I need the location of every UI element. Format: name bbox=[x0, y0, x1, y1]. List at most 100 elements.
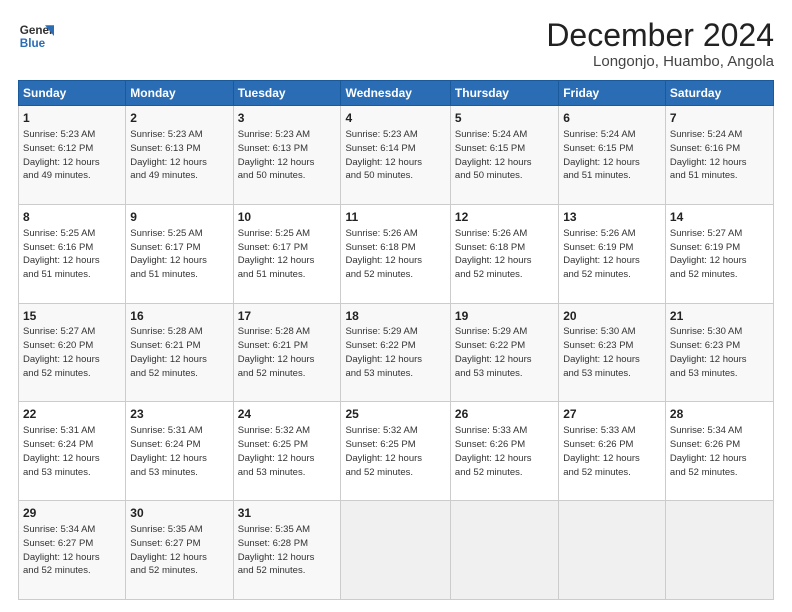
day-number: 16 bbox=[130, 308, 228, 325]
day-detail: Sunrise: 5:25 AM Sunset: 6:17 PM Dayligh… bbox=[238, 227, 337, 282]
day-detail: Sunrise: 5:31 AM Sunset: 6:24 PM Dayligh… bbox=[130, 424, 228, 479]
day-number: 7 bbox=[670, 110, 769, 127]
day-detail: Sunrise: 5:27 AM Sunset: 6:20 PM Dayligh… bbox=[23, 325, 121, 380]
calendar-cell: 11Sunrise: 5:26 AM Sunset: 6:18 PM Dayli… bbox=[341, 204, 450, 303]
main-title: December 2024 bbox=[546, 18, 774, 53]
weekday-header-monday: Monday bbox=[126, 81, 233, 106]
week-row-4: 22Sunrise: 5:31 AM Sunset: 6:24 PM Dayli… bbox=[19, 402, 774, 501]
day-detail: Sunrise: 5:26 AM Sunset: 6:19 PM Dayligh… bbox=[563, 227, 661, 282]
calendar-cell bbox=[559, 501, 666, 600]
calendar-cell: 22Sunrise: 5:31 AM Sunset: 6:24 PM Dayli… bbox=[19, 402, 126, 501]
subtitle: Longonjo, Huambo, Angola bbox=[546, 53, 774, 70]
day-detail: Sunrise: 5:24 AM Sunset: 6:15 PM Dayligh… bbox=[455, 128, 554, 183]
title-block: December 2024 Longonjo, Huambo, Angola bbox=[546, 18, 774, 70]
day-detail: Sunrise: 5:30 AM Sunset: 6:23 PM Dayligh… bbox=[670, 325, 769, 380]
day-number: 21 bbox=[670, 308, 769, 325]
day-detail: Sunrise: 5:23 AM Sunset: 6:12 PM Dayligh… bbox=[23, 128, 121, 183]
calendar-table: SundayMondayTuesdayWednesdayThursdayFrid… bbox=[18, 80, 774, 600]
calendar-cell bbox=[665, 501, 773, 600]
calendar-cell: 8Sunrise: 5:25 AM Sunset: 6:16 PM Daylig… bbox=[19, 204, 126, 303]
day-detail: Sunrise: 5:27 AM Sunset: 6:19 PM Dayligh… bbox=[670, 227, 769, 282]
calendar-cell bbox=[450, 501, 558, 600]
calendar-cell: 1Sunrise: 5:23 AM Sunset: 6:12 PM Daylig… bbox=[19, 106, 126, 205]
day-number: 17 bbox=[238, 308, 337, 325]
day-detail: Sunrise: 5:23 AM Sunset: 6:14 PM Dayligh… bbox=[345, 128, 445, 183]
week-row-5: 29Sunrise: 5:34 AM Sunset: 6:27 PM Dayli… bbox=[19, 501, 774, 600]
day-detail: Sunrise: 5:26 AM Sunset: 6:18 PM Dayligh… bbox=[345, 227, 445, 282]
day-number: 15 bbox=[23, 308, 121, 325]
day-detail: Sunrise: 5:34 AM Sunset: 6:27 PM Dayligh… bbox=[23, 523, 121, 578]
day-number: 14 bbox=[670, 209, 769, 226]
day-detail: Sunrise: 5:23 AM Sunset: 6:13 PM Dayligh… bbox=[238, 128, 337, 183]
calendar-cell bbox=[341, 501, 450, 600]
day-number: 20 bbox=[563, 308, 661, 325]
calendar-cell: 21Sunrise: 5:30 AM Sunset: 6:23 PM Dayli… bbox=[665, 303, 773, 402]
weekday-header-wednesday: Wednesday bbox=[341, 81, 450, 106]
weekday-header-friday: Friday bbox=[559, 81, 666, 106]
calendar-cell: 25Sunrise: 5:32 AM Sunset: 6:25 PM Dayli… bbox=[341, 402, 450, 501]
page: General Blue December 2024 Longonjo, Hua… bbox=[0, 0, 792, 612]
day-number: 23 bbox=[130, 406, 228, 423]
calendar-cell: 31Sunrise: 5:35 AM Sunset: 6:28 PM Dayli… bbox=[233, 501, 341, 600]
day-number: 4 bbox=[345, 110, 445, 127]
calendar-cell: 27Sunrise: 5:33 AM Sunset: 6:26 PM Dayli… bbox=[559, 402, 666, 501]
week-row-1: 1Sunrise: 5:23 AM Sunset: 6:12 PM Daylig… bbox=[19, 106, 774, 205]
day-detail: Sunrise: 5:29 AM Sunset: 6:22 PM Dayligh… bbox=[455, 325, 554, 380]
calendar-cell: 7Sunrise: 5:24 AM Sunset: 6:16 PM Daylig… bbox=[665, 106, 773, 205]
calendar-cell: 29Sunrise: 5:34 AM Sunset: 6:27 PM Dayli… bbox=[19, 501, 126, 600]
logo-icon: General Blue bbox=[18, 18, 54, 54]
day-detail: Sunrise: 5:28 AM Sunset: 6:21 PM Dayligh… bbox=[130, 325, 228, 380]
weekday-header-saturday: Saturday bbox=[665, 81, 773, 106]
day-number: 29 bbox=[23, 505, 121, 522]
svg-text:Blue: Blue bbox=[20, 37, 46, 50]
day-detail: Sunrise: 5:25 AM Sunset: 6:17 PM Dayligh… bbox=[130, 227, 228, 282]
day-number: 27 bbox=[563, 406, 661, 423]
calendar-cell: 2Sunrise: 5:23 AM Sunset: 6:13 PM Daylig… bbox=[126, 106, 233, 205]
calendar-cell: 9Sunrise: 5:25 AM Sunset: 6:17 PM Daylig… bbox=[126, 204, 233, 303]
day-detail: Sunrise: 5:29 AM Sunset: 6:22 PM Dayligh… bbox=[345, 325, 445, 380]
week-row-2: 8Sunrise: 5:25 AM Sunset: 6:16 PM Daylig… bbox=[19, 204, 774, 303]
calendar-cell: 18Sunrise: 5:29 AM Sunset: 6:22 PM Dayli… bbox=[341, 303, 450, 402]
weekday-header-tuesday: Tuesday bbox=[233, 81, 341, 106]
weekday-header-sunday: Sunday bbox=[19, 81, 126, 106]
day-detail: Sunrise: 5:28 AM Sunset: 6:21 PM Dayligh… bbox=[238, 325, 337, 380]
day-number: 2 bbox=[130, 110, 228, 127]
day-detail: Sunrise: 5:32 AM Sunset: 6:25 PM Dayligh… bbox=[238, 424, 337, 479]
day-number: 5 bbox=[455, 110, 554, 127]
calendar-cell: 20Sunrise: 5:30 AM Sunset: 6:23 PM Dayli… bbox=[559, 303, 666, 402]
calendar-cell: 17Sunrise: 5:28 AM Sunset: 6:21 PM Dayli… bbox=[233, 303, 341, 402]
day-detail: Sunrise: 5:33 AM Sunset: 6:26 PM Dayligh… bbox=[455, 424, 554, 479]
day-number: 19 bbox=[455, 308, 554, 325]
calendar-cell: 16Sunrise: 5:28 AM Sunset: 6:21 PM Dayli… bbox=[126, 303, 233, 402]
calendar-cell: 13Sunrise: 5:26 AM Sunset: 6:19 PM Dayli… bbox=[559, 204, 666, 303]
weekday-header-thursday: Thursday bbox=[450, 81, 558, 106]
calendar-cell: 23Sunrise: 5:31 AM Sunset: 6:24 PM Dayli… bbox=[126, 402, 233, 501]
calendar-cell: 5Sunrise: 5:24 AM Sunset: 6:15 PM Daylig… bbox=[450, 106, 558, 205]
day-number: 6 bbox=[563, 110, 661, 127]
day-detail: Sunrise: 5:31 AM Sunset: 6:24 PM Dayligh… bbox=[23, 424, 121, 479]
day-number: 13 bbox=[563, 209, 661, 226]
day-number: 28 bbox=[670, 406, 769, 423]
day-detail: Sunrise: 5:23 AM Sunset: 6:13 PM Dayligh… bbox=[130, 128, 228, 183]
day-number: 24 bbox=[238, 406, 337, 423]
calendar-cell: 10Sunrise: 5:25 AM Sunset: 6:17 PM Dayli… bbox=[233, 204, 341, 303]
calendar-cell: 3Sunrise: 5:23 AM Sunset: 6:13 PM Daylig… bbox=[233, 106, 341, 205]
day-number: 3 bbox=[238, 110, 337, 127]
calendar-cell: 4Sunrise: 5:23 AM Sunset: 6:14 PM Daylig… bbox=[341, 106, 450, 205]
logo: General Blue bbox=[18, 18, 54, 54]
day-number: 8 bbox=[23, 209, 121, 226]
day-detail: Sunrise: 5:30 AM Sunset: 6:23 PM Dayligh… bbox=[563, 325, 661, 380]
day-number: 9 bbox=[130, 209, 228, 226]
day-number: 18 bbox=[345, 308, 445, 325]
calendar-cell: 12Sunrise: 5:26 AM Sunset: 6:18 PM Dayli… bbox=[450, 204, 558, 303]
calendar-cell: 24Sunrise: 5:32 AM Sunset: 6:25 PM Dayli… bbox=[233, 402, 341, 501]
day-number: 12 bbox=[455, 209, 554, 226]
day-detail: Sunrise: 5:26 AM Sunset: 6:18 PM Dayligh… bbox=[455, 227, 554, 282]
week-row-3: 15Sunrise: 5:27 AM Sunset: 6:20 PM Dayli… bbox=[19, 303, 774, 402]
calendar-cell: 26Sunrise: 5:33 AM Sunset: 6:26 PM Dayli… bbox=[450, 402, 558, 501]
day-detail: Sunrise: 5:32 AM Sunset: 6:25 PM Dayligh… bbox=[345, 424, 445, 479]
calendar-cell: 6Sunrise: 5:24 AM Sunset: 6:15 PM Daylig… bbox=[559, 106, 666, 205]
day-detail: Sunrise: 5:35 AM Sunset: 6:28 PM Dayligh… bbox=[238, 523, 337, 578]
day-detail: Sunrise: 5:35 AM Sunset: 6:27 PM Dayligh… bbox=[130, 523, 228, 578]
calendar-cell: 28Sunrise: 5:34 AM Sunset: 6:26 PM Dayli… bbox=[665, 402, 773, 501]
